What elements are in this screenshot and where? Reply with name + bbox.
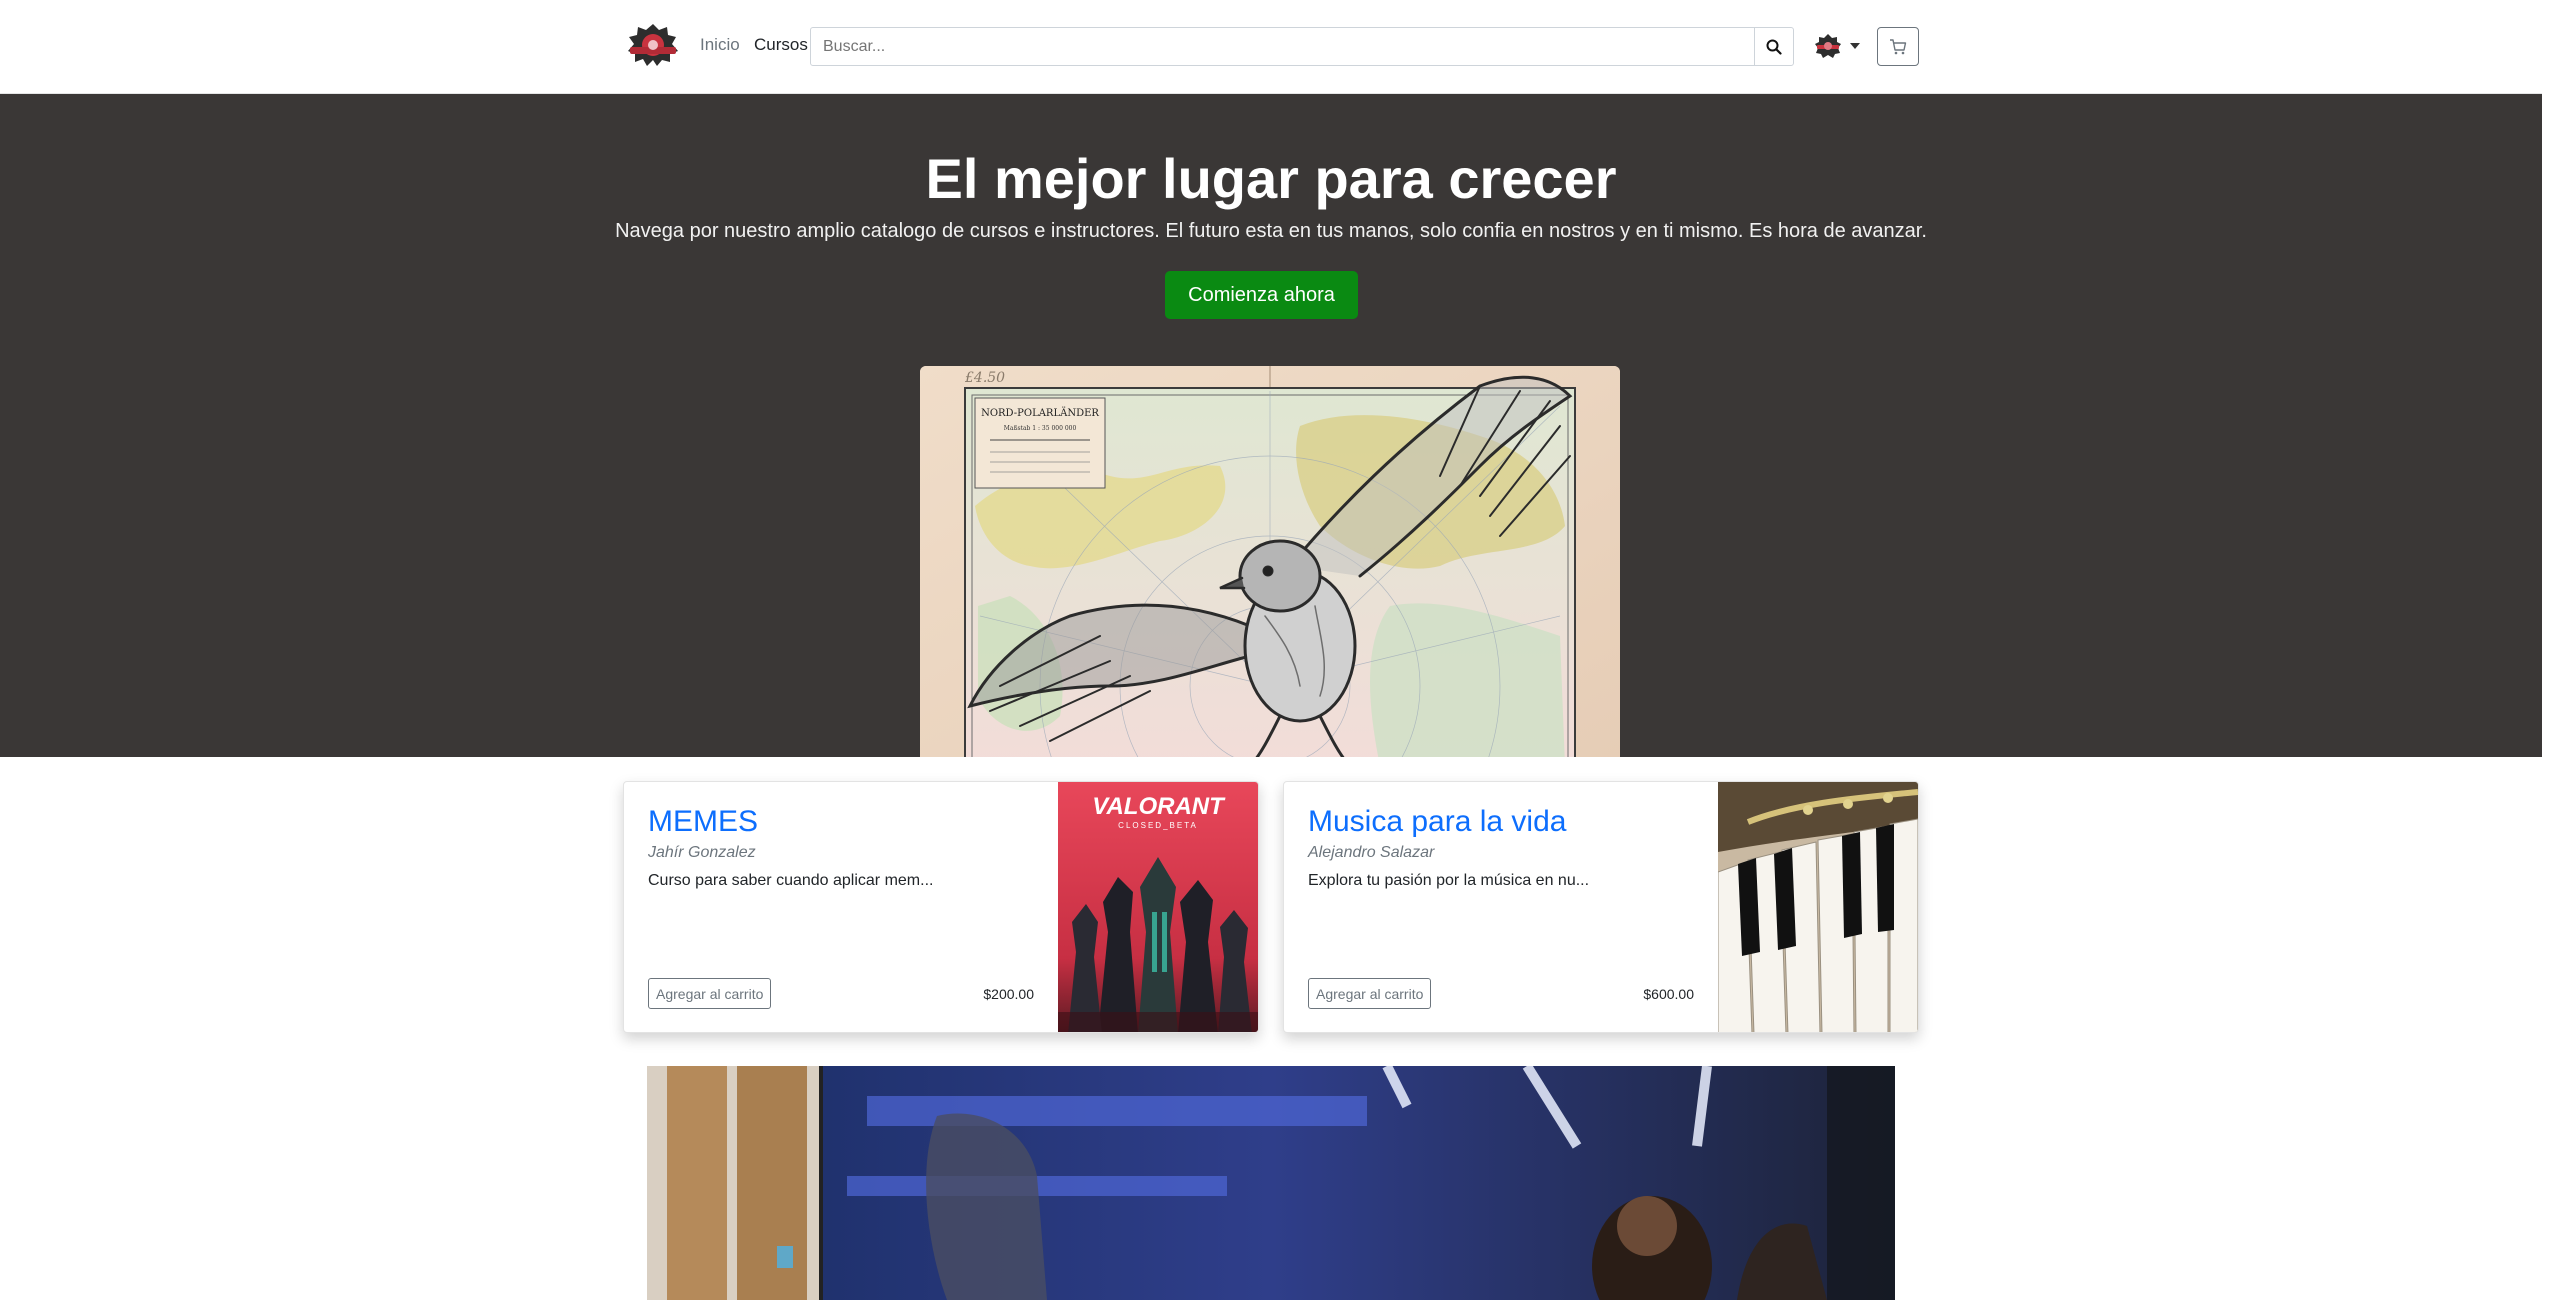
course-author: Jahír Gonzalez xyxy=(648,844,756,861)
cart-icon xyxy=(1890,38,1907,54)
promo-banner-image xyxy=(647,1066,1895,1300)
course-card[interactable]: Musica para la vida Alejandro Salazar Ex… xyxy=(1283,781,1919,1033)
course-price: $200.00 xyxy=(983,986,1034,1002)
course-title[interactable]: MEMES xyxy=(648,804,758,840)
caret-down-icon xyxy=(1850,43,1860,49)
start-now-button[interactable]: Comienza ahora xyxy=(1165,271,1358,319)
course-description: Explora tu pasión por la música en nu... xyxy=(1308,872,1590,889)
map-title: NORD-POLARLÄNDER xyxy=(981,407,1099,419)
map-scale: Maßstab 1 : 35 000 000 xyxy=(1004,425,1077,432)
brand-logo[interactable] xyxy=(626,22,680,68)
course-image: VALORANT CLOSED_BETA xyxy=(1058,782,1258,1032)
search-input[interactable] xyxy=(810,27,1755,66)
add-to-cart-button[interactable]: Agregar al carrito xyxy=(1308,978,1432,1009)
user-menu-toggle[interactable] xyxy=(1814,30,1864,62)
hero-subtitle: Navega por nuestro amplio catalogo de cu… xyxy=(615,220,1927,242)
valorant-logo-text: VALORANT xyxy=(1092,793,1226,820)
nav-link-cursos[interactable]: Cursos xyxy=(754,34,808,56)
course-author: Alejandro Salazar xyxy=(1308,844,1435,861)
search-icon xyxy=(1766,39,1782,55)
add-to-cart-button[interactable]: Agregar al carrito xyxy=(648,978,772,1009)
course-title[interactable]: Musica para la vida xyxy=(1308,804,1566,840)
valorant-subtext: CLOSED_BETA xyxy=(1118,821,1198,830)
course-image xyxy=(1718,782,1918,1032)
course-price: $600.00 xyxy=(1643,986,1694,1002)
navbar: Inicio Cursos xyxy=(0,0,2542,94)
course-card[interactable]: MEMES Jahír Gonzalez Curso para saber cu… xyxy=(623,781,1259,1033)
cart-button[interactable] xyxy=(1877,27,1919,66)
search-button[interactable] xyxy=(1754,27,1794,66)
course-description: Curso para saber cuando aplicar mem... xyxy=(648,872,934,889)
svg-text:£4.50: £4.50 xyxy=(964,370,1005,386)
hero-image: NORD-POLARLÄNDER Maßstab 1 : 35 000 000 … xyxy=(920,366,1620,757)
hero-title: El mejor lugar para crecer xyxy=(925,147,1617,210)
hero-section: El mejor lugar para crecer Navega por nu… xyxy=(0,94,2542,757)
nav-link-inicio[interactable]: Inicio xyxy=(700,34,740,56)
user-avatar-icon xyxy=(1815,34,1841,58)
